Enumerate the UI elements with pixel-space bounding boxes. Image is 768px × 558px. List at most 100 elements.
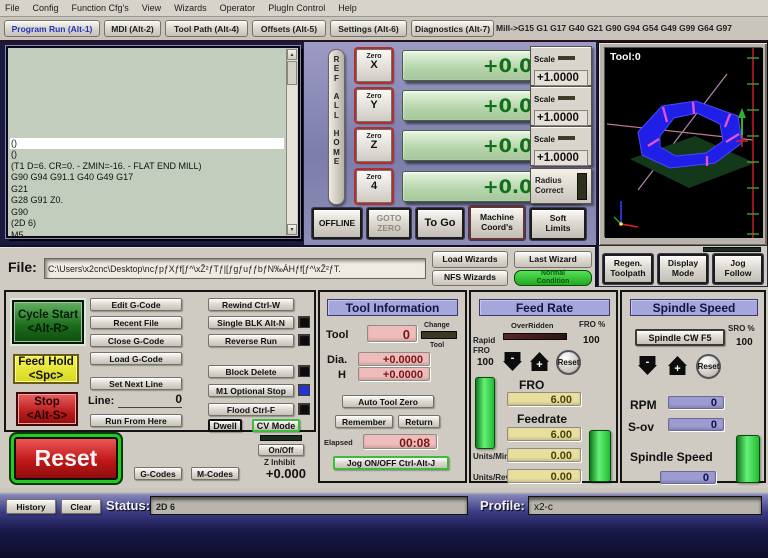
spindle-plus-icon[interactable]: +: [668, 356, 687, 375]
tab-settings[interactable]: Settings (Alt-6): [330, 20, 407, 37]
offline-button[interactable]: OFFLINE: [312, 208, 362, 239]
cv-mode-button[interactable]: CV Mode: [252, 419, 300, 432]
scale-x-value[interactable]: +1.0000: [534, 70, 588, 86]
last-wizard-button[interactable]: Last Wizard: [514, 251, 592, 268]
normal-condition-button[interactable]: Normal Condition: [514, 270, 592, 286]
line-number-field[interactable]: 0: [118, 392, 182, 408]
scrollbar-thumb[interactable]: [287, 61, 297, 85]
menu-help[interactable]: Help: [338, 3, 357, 13]
zero-4-button[interactable]: Zero 4: [356, 170, 392, 203]
toolpath-canvas[interactable]: Tool:0: [604, 47, 763, 238]
recent-file-button[interactable]: Recent File: [90, 316, 182, 329]
single-blk-button[interactable]: Single BLK Alt-N: [208, 316, 294, 329]
ref-all-home-button[interactable]: R E F A L L H O M E: [328, 49, 345, 205]
z-inhibit-onoff-button[interactable]: On/Off: [258, 444, 304, 456]
menu-wizards[interactable]: Wizards: [174, 3, 207, 13]
file-path-field[interactable]: C:\Users\x2cnc\Desktop\ncƒpƒXƒf[ƒ^\xŽ²ƒT…: [44, 258, 426, 279]
menu-plugin-control[interactable]: PlugIn Control: [268, 3, 325, 13]
program-control-panel: Cycle Start <Alt-R> Feed Hold <Spc> Stop…: [4, 290, 316, 432]
tool-number-field[interactable]: 0: [367, 325, 417, 342]
tab-tool-path[interactable]: Tool Path (Alt-4): [165, 20, 248, 37]
gcode-scrollbar[interactable]: ▲ ▼: [286, 49, 297, 235]
menu-config[interactable]: Config: [33, 3, 59, 13]
rewind-button[interactable]: Rewind Ctrl-W: [208, 298, 294, 311]
tool-dia-field[interactable]: +0.0000: [358, 352, 430, 366]
fro-field[interactable]: 6.00: [507, 392, 581, 406]
gcode-window[interactable]: () () (T1 D=6. CR=0. - ZMIN=-16. - FLAT …: [6, 46, 300, 238]
fro-slider[interactable]: [475, 377, 495, 449]
display-mode-button[interactable]: Display Mode: [658, 254, 708, 284]
nfs-wizards-button[interactable]: NFS Wizards: [432, 270, 508, 286]
history-button[interactable]: History: [6, 499, 56, 514]
zero-x-button[interactable]: Zero X: [356, 49, 392, 82]
feed-minus-icon[interactable]: -: [503, 352, 522, 371]
reset-button[interactable]: Reset: [14, 437, 118, 480]
spindle-slider[interactable]: [736, 435, 760, 483]
reverse-run-led: [298, 334, 310, 346]
elapsed-label: Elapsed: [324, 438, 353, 447]
m1-optional-stop-button[interactable]: M1 Optional Stop: [208, 384, 294, 397]
radius-correct-button[interactable]: Radius Correct: [530, 168, 592, 204]
auto-tool-zero-button[interactable]: Auto Tool Zero: [342, 395, 434, 408]
tool-h-field[interactable]: +0.0000: [358, 367, 430, 381]
scale-z-value[interactable]: +1.0000: [534, 150, 588, 166]
tab-diagnostics[interactable]: Diagnostics (Alt-7): [411, 20, 494, 37]
edit-gcode-button[interactable]: Edit G-Code: [90, 298, 182, 311]
radius-correct-led: [577, 173, 587, 200]
menu-operator[interactable]: Operator: [220, 3, 256, 13]
spindle-minus-icon[interactable]: -: [638, 356, 657, 375]
remember-button[interactable]: Remember: [335, 415, 393, 428]
spindle-cw-button[interactable]: Spindle CW F5: [635, 329, 725, 346]
tab-offsets[interactable]: Offsets (Alt-5): [252, 20, 326, 37]
cycle-start-button[interactable]: Cycle Start <Alt-R>: [12, 300, 84, 344]
jog-follow-button[interactable]: Jog Follow: [713, 254, 763, 284]
feed-hold-button[interactable]: Feed Hold <Spc>: [13, 354, 79, 384]
scroll-up-icon[interactable]: ▲: [287, 49, 297, 60]
scroll-down-icon[interactable]: ▼: [287, 224, 297, 235]
set-next-line-button[interactable]: Set Next Line: [90, 377, 182, 390]
tab-program-run[interactable]: Program Run (Alt-1): [4, 20, 100, 37]
zero-y-button[interactable]: Zero Y: [356, 89, 392, 122]
gcode-current-line[interactable]: (): [10, 137, 284, 149]
s-ov-field: 0: [668, 418, 724, 431]
m-codes-button[interactable]: M-Codes: [191, 467, 239, 480]
fro-percent-label: FRO %: [579, 320, 606, 329]
flood-button[interactable]: Flood Ctrl-F: [208, 403, 294, 416]
tool-label: Tool: [326, 329, 349, 341]
spindle-reset-button[interactable]: Reset: [696, 354, 721, 379]
stop-button[interactable]: Stop <Alt-S>: [16, 392, 78, 426]
feed-plus-icon[interactable]: +: [530, 352, 549, 371]
g-codes-button[interactable]: G-Codes: [134, 467, 182, 480]
menu-view[interactable]: View: [142, 3, 161, 13]
active-modes-readout: Mill->G15 G1 G17 G40 G21 G90 G94 G54 G49…: [496, 23, 733, 33]
run-from-here-button[interactable]: Run From Here: [90, 414, 182, 427]
to-go-button[interactable]: To Go: [416, 208, 464, 239]
clear-button[interactable]: Clear: [61, 499, 101, 514]
feed-reset-button[interactable]: Reset: [556, 350, 581, 375]
close-gcode-button[interactable]: Close G-Code: [90, 334, 182, 347]
jog-follow-led: [703, 247, 761, 252]
regen-toolpath-button[interactable]: Regen. Toolpath: [603, 254, 653, 284]
jog-onoff-button[interactable]: Jog ON/OFF Ctrl-Alt-J: [333, 456, 449, 470]
mach3-program-run-screen: File Config Function Cfg's View Wizards …: [0, 0, 768, 558]
return-button[interactable]: Return: [398, 415, 440, 428]
tab-mdi[interactable]: MDI (Alt-2): [104, 20, 161, 37]
dwell-button[interactable]: Dwell: [208, 419, 242, 432]
machine-coords-button[interactable]: Machine Coord's: [469, 206, 525, 240]
load-gcode-button[interactable]: Load G-Code: [90, 352, 182, 365]
reverse-run-button[interactable]: Reverse Run: [208, 334, 294, 347]
rapid-fro-value: 100: [477, 357, 494, 368]
menu-function-cfgs[interactable]: Function Cfg's: [72, 3, 129, 13]
load-wizards-button[interactable]: Load Wizards: [432, 251, 508, 268]
units-rev-label: Units/Rev: [473, 473, 510, 482]
soft-limits-button[interactable]: Soft Limits: [530, 208, 586, 240]
units-min-field: 0.00: [507, 448, 581, 462]
spindle-speed-field[interactable]: 0: [660, 471, 716, 484]
block-delete-button[interactable]: Block Delete: [208, 365, 294, 378]
scale-y-value[interactable]: +1.0000: [534, 110, 588, 126]
z-inhibit-value[interactable]: +0.000: [252, 466, 306, 481]
zero-z-button[interactable]: Zero Z: [356, 129, 392, 162]
feedrate-slider[interactable]: [589, 430, 611, 482]
goto-zero-button[interactable]: GOTO ZERO: [367, 208, 411, 239]
menu-file[interactable]: File: [5, 3, 20, 13]
